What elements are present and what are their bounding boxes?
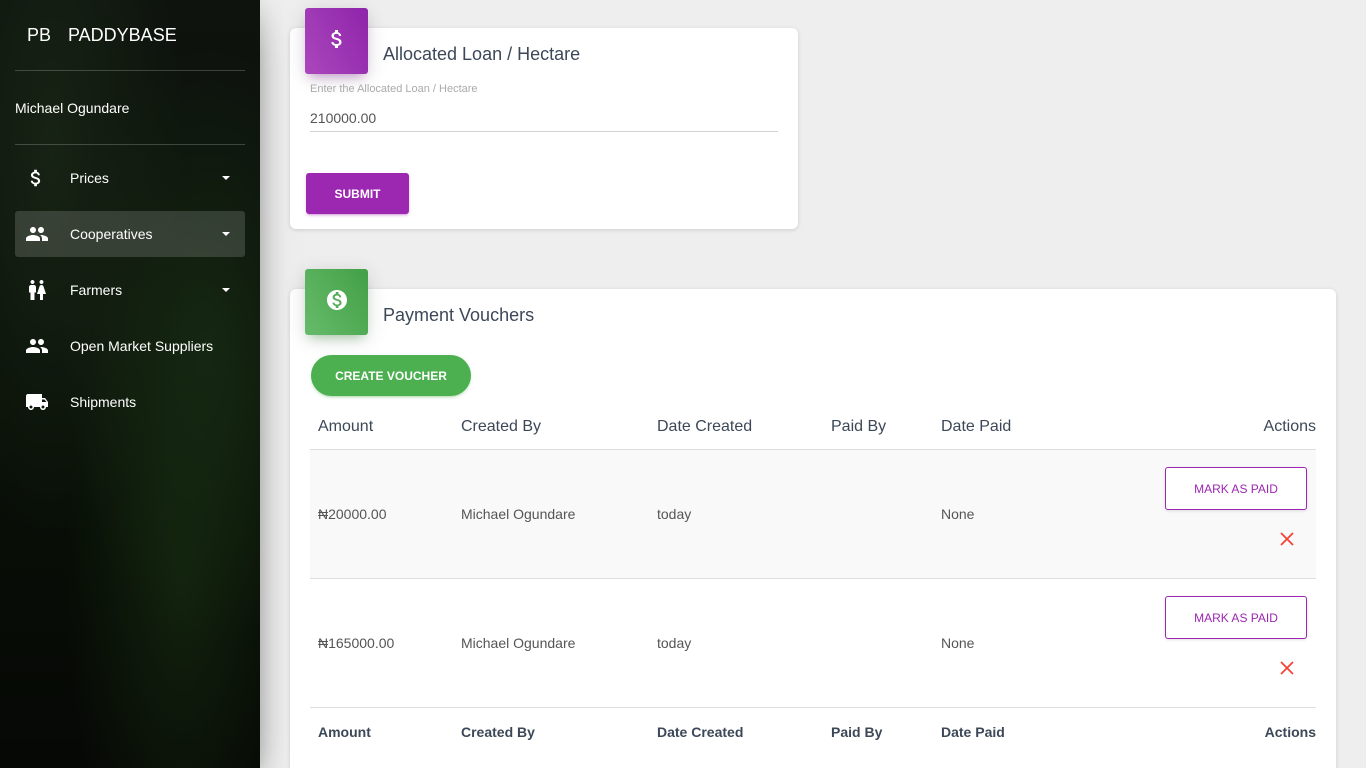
created-by-cell: Michael Ogundare <box>461 506 576 522</box>
vouchers-table: Amount Created By Date Created Paid By D… <box>310 405 1316 756</box>
sidebar-item-farmers[interactable]: Farmers <box>15 267 245 313</box>
table-header: Amount Created By Date Created Paid By D… <box>310 405 1316 450</box>
sidebar-item-prices[interactable]: Prices <box>15 155 245 201</box>
column-header: Date Created <box>657 418 753 435</box>
created-by-cell: Michael Ogundare <box>461 635 576 651</box>
card-title: Payment Vouchers <box>383 305 535 325</box>
mark-as-paid-button[interactable]: MARK AS PAID <box>1165 467 1307 510</box>
caret-down-icon <box>222 176 230 180</box>
loan-input[interactable] <box>310 104 778 132</box>
sidebar-item-label: Cooperatives <box>70 226 153 242</box>
sidebar-item-open-market-suppliers[interactable]: Open Market Suppliers <box>15 323 245 369</box>
sidebar-item-label: Farmers <box>70 282 123 298</box>
column-footer: Date Paid <box>941 724 1005 740</box>
caret-down-icon <box>222 232 230 236</box>
van-icon <box>25 390 70 414</box>
table-footer: Amount Created By Date Created Paid By D… <box>310 708 1316 756</box>
amount-cell: ₦20000.00 <box>318 506 387 522</box>
column-header: Date Paid <box>941 418 1012 435</box>
column-header: Paid By <box>831 418 887 435</box>
actions-cell: MARK AS PAID <box>1165 596 1307 696</box>
sidebar-item-cooperatives[interactable]: Cooperatives <box>15 211 245 257</box>
date-paid-cell: None <box>941 506 975 522</box>
allocated-loan-card: Allocated Loan / Hectare Enter the Alloc… <box>290 8 798 229</box>
mark-as-paid-button[interactable]: MARK AS PAID <box>1165 596 1307 639</box>
dollar-icon <box>25 167 70 189</box>
people-icon <box>25 334 70 358</box>
column-footer: Created By <box>461 724 535 740</box>
column-footer: Date Created <box>657 724 744 740</box>
logo[interactable]: PB PADDYBASE <box>0 0 260 70</box>
card-header-icon <box>305 269 368 335</box>
column-header: Created By <box>461 418 542 435</box>
close-icon[interactable] <box>1279 660 1295 676</box>
column-footer: Paid By <box>831 724 883 740</box>
create-voucher-button[interactable]: CREATE VOUCHER <box>311 355 471 396</box>
people-icon <box>25 222 70 246</box>
table-row: ₦165000.00 Michael Ogundare today None M… <box>310 579 1316 708</box>
logo-text: PADDYBASE <box>68 24 177 45</box>
sidebar-item-shipments[interactable]: Shipments <box>15 379 245 425</box>
divider <box>15 144 245 145</box>
logo-mini: PB <box>27 24 52 45</box>
loan-input-label: Enter the Allocated Loan / Hectare <box>310 83 478 95</box>
sidebar-item-label: Shipments <box>70 394 137 410</box>
dollar-icon <box>325 27 349 56</box>
column-footer: Amount <box>318 724 371 740</box>
column-footer: Actions <box>1264 724 1316 740</box>
sidebar-nav: Prices Cooperatives Farmers Open Market … <box>0 155 260 425</box>
date-paid-cell: None <box>941 635 975 651</box>
table-row: ₦20000.00 Michael Ogundare today None MA… <box>310 450 1316 579</box>
submit-button[interactable]: SUBMIT <box>306 173 409 214</box>
amount-cell: ₦165000.00 <box>318 635 395 651</box>
user-name[interactable]: Michael Ogundare <box>0 71 260 144</box>
card-title: Allocated Loan / Hectare <box>383 44 581 64</box>
column-header: Actions <box>1263 418 1316 435</box>
monetization-icon <box>325 288 349 317</box>
sidebar: PB PADDYBASE Michael Ogundare Prices Coo… <box>0 0 260 768</box>
date-created-cell: today <box>657 635 692 651</box>
sidebar-item-label: Prices <box>70 170 109 186</box>
date-created-cell: today <box>657 506 692 522</box>
wc-icon <box>25 278 70 302</box>
column-header: Amount <box>318 418 374 435</box>
sidebar-item-label: Open Market Suppliers <box>70 338 214 354</box>
payment-vouchers-card: Payment Vouchers CREATE VOUCHER Amount C… <box>290 269 1336 768</box>
caret-down-icon <box>222 288 230 292</box>
actions-cell: MARK AS PAID <box>1165 467 1307 567</box>
card-header-icon <box>305 8 368 74</box>
close-icon[interactable] <box>1279 531 1295 547</box>
